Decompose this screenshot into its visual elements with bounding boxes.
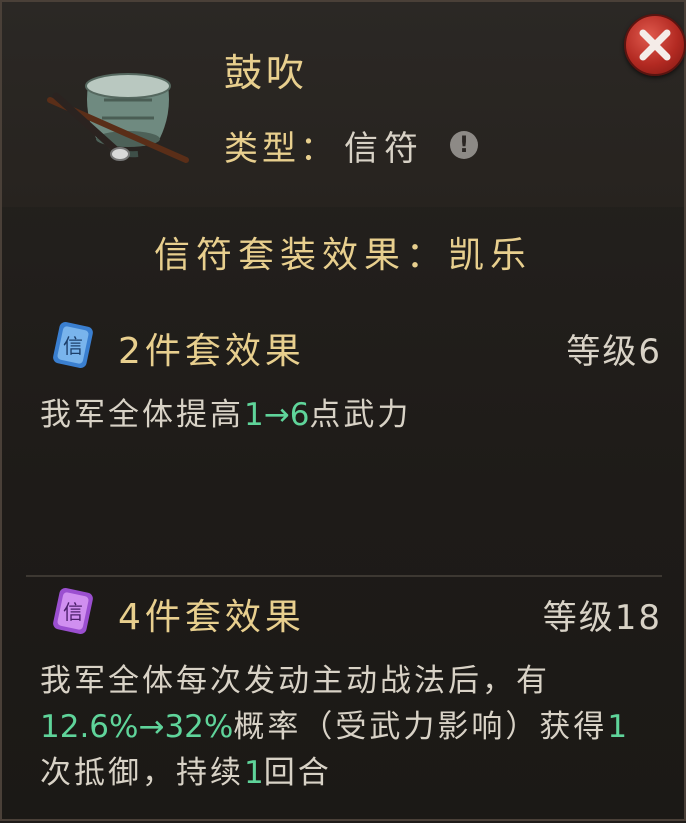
value-highlight: 1 [607,709,628,745]
type-label: 类型： [224,128,338,169]
value-highlight: 1→6 [244,397,310,433]
type-value: 信符 [344,128,424,169]
item-name: 鼓吹 [224,51,309,95]
item-type-row: 类型： 信符 ! [224,120,478,170]
set-tier-4pc: 信 4件套效果 等级18 我军全体每次发动主动战法后，有12.6%→32%概率（… [2,578,684,823]
tier-level: 等级18 [542,598,662,638]
tier-badge-icon: 信 [53,322,93,368]
item-tooltip-panel: 鼓吹 类型： 信符 ! 信符套装效果：凯乐 信 2件套效果 等级6 我军全体提高… [0,0,686,821]
tier-level: 等级6 [566,332,662,372]
tier-description: 我军全体每次发动主动战法后，有12.6%→32%概率（受武力影响）获得1次抵御，… [40,663,628,791]
war-drum-with-flute-icon [47,73,189,163]
set-tier-2pc: 信 2件套效果 等级6 我军全体提高1→6点武力 [2,312,684,574]
divider [26,575,662,577]
set-effect-title: 信符套装效果：凯乐 [153,235,532,276]
tier-title: 2件套效果 [118,331,305,372]
close-icon [639,29,671,61]
tier-badge-icon: 信 [53,588,93,634]
value-highlight: 12.6%→32% [40,709,234,745]
close-button[interactable] [624,14,686,76]
item-header: 鼓吹 类型： 信符 ! [2,2,686,207]
info-icon[interactable]: ! [450,131,478,159]
svg-text:信: 信 [63,600,83,624]
value-highlight: 1 [244,755,264,791]
svg-text:信: 信 [63,334,83,358]
tier-title: 4件套效果 [118,597,305,638]
tier-description: 我军全体提高1→6点武力 [40,397,412,433]
